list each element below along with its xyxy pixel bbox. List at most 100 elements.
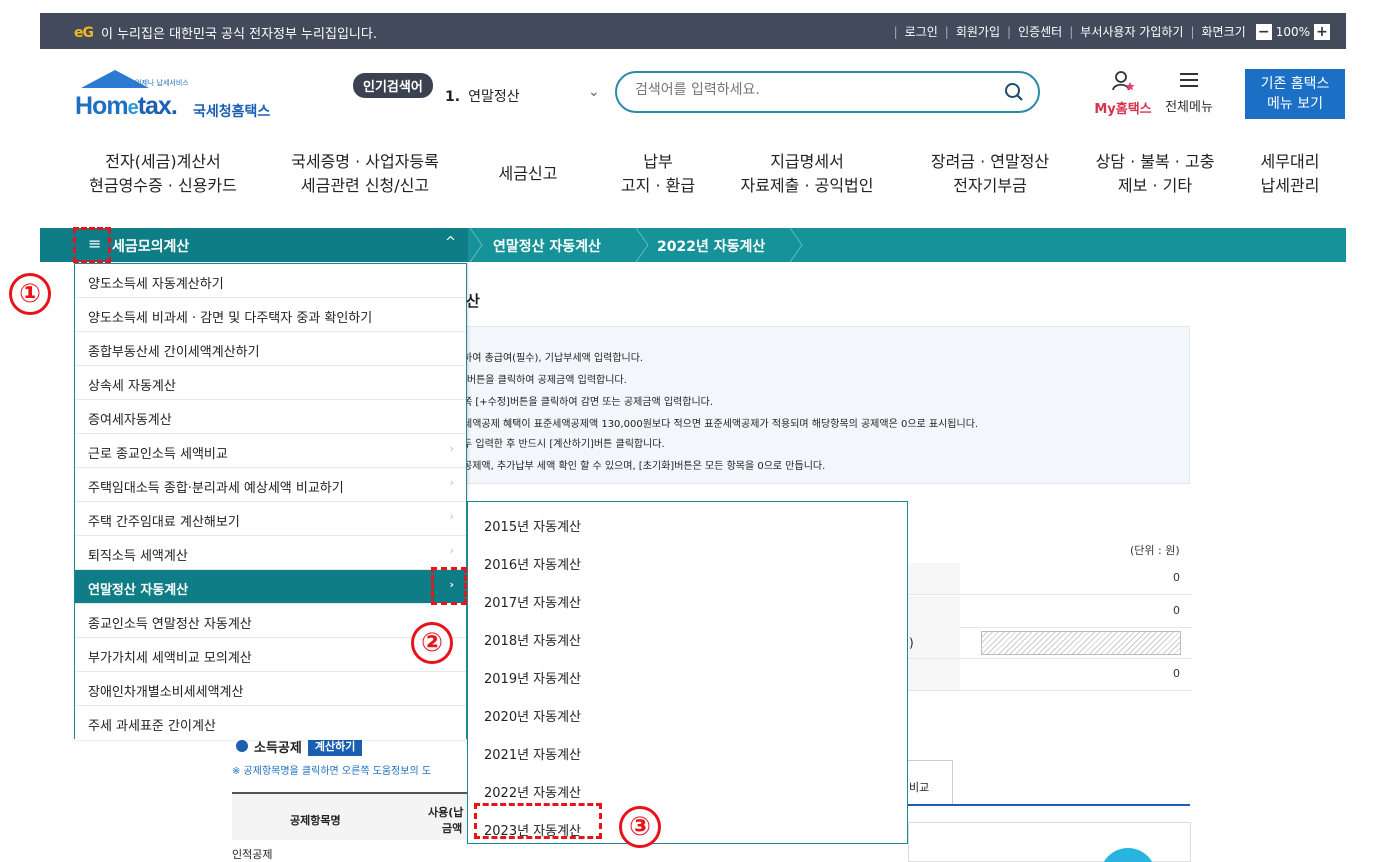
nav-e-invoice[interactable]: 전자(세금)계산서 현금영수증 · 신용카드 [78,150,248,198]
table-header: 공제항목명 사용(납 금액 [232,792,468,840]
egov-logo: eG [74,24,94,41]
disabled-field [981,631,1181,655]
th-item: 공제항목명 [290,814,341,827]
guide-line: 두 입력한 후 반드시 [계산하기]버튼 클릭합니다. [463,439,665,450]
my-hometax-label: My홈택스 [1094,102,1152,117]
guide-line: 쪽 [+수정]버튼을 클릭하여 감면 또는 공제금액 입력합니다. [463,397,714,408]
popular-search-badge: 인기검색어 [353,73,433,98]
popular-rank: 1. [445,89,461,105]
menu-item[interactable]: 증여세자동계산 [75,400,466,434]
gov-bar: eG 이 누리집은 대한민국 공식 전자정부 누리집입니다. | 로그인 | 회… [40,13,1346,49]
breadcrumb-separator-icon [469,228,483,262]
popular-keyword[interactable]: 1. 연말정산 [445,86,520,106]
result-value: 0 [1173,571,1180,584]
guide-line: 세액공제 혜택이 표준세액공제액 130,000원보다 적으면 표준세액공제가 … [463,419,979,430]
menu-item[interactable]: 주택임대소득 종합·분리과세 예상세액 비교하기 › [75,468,466,502]
menu-item[interactable]: 장애인차개별소비세세액계산 [75,672,466,706]
nav-payment[interactable]: 납부 고지 · 환급 [608,150,708,198]
submenu-item-2022[interactable]: 2022년 자동계산 [468,771,907,805]
nav-payment-statement[interactable]: 지급명세서 자료제출 · 공익법인 [722,150,892,198]
guide-line: ]버튼을 클릭하여 공제금액 입력합니다. [463,375,627,386]
menu-item[interactable]: 상속세 자동계산 [75,366,466,400]
site-header: 언제나 납세서비스 Hometax. 국세청홈택스 인기검색어 1. 연말정산 ⌄… [40,60,1346,135]
nav-year-end[interactable]: 장려금 · 연말정산 전자기부금 [910,150,1070,198]
signup-link[interactable]: 회원가입 [956,23,1000,40]
bullet-icon [236,740,248,752]
step-1-marker: ① [9,273,51,315]
row-label: 인적공제 [232,848,273,861]
search-icon[interactable] [1004,82,1024,102]
nav-consulting[interactable]: 상담 · 불복 · 고충 제보 · 기타 [1080,150,1230,198]
result-row: 0 [908,563,1192,595]
menu-item[interactable]: 종합부동산세 간이세액계산하기 [75,332,466,366]
search-input[interactable] [635,82,995,98]
result-row: 0 [908,596,1192,628]
guide-box: 하여 총급여(필수), 기납부세액 입력합니다. ]버튼을 클릭하여 공제금액 … [440,326,1190,484]
main-nav: 전자(세금)계산서 현금영수증 · 신용카드 국세증명 · 사업자등록 세금관련 신… [40,150,1346,210]
chevron-right-icon: › [449,510,454,523]
my-hometax[interactable]: My홈택스 [1088,70,1158,117]
chevron-down-icon[interactable]: ⌄ [588,84,600,100]
submenu-item-2017[interactable]: 2017년 자동계산 [468,581,907,615]
nav-certificates[interactable]: 국세증명 · 사업자등록 세금관련 신청/신고 [280,150,450,198]
guide-line: 공제액, 추가납부 세액 확인 할 수 있으며, [초기화]버튼은 모든 항목을… [463,461,826,472]
all-menu[interactable]: 전체메뉴 [1154,70,1224,115]
th-amount: 사용(납 [428,806,464,819]
menu-item[interactable]: 주세 과세표준 간이계산 [75,706,466,740]
old-menu-line2: 메뉴 보기 [1267,96,1323,112]
step-3-marker: ③ [619,806,661,848]
result-row: 0 [908,659,1192,691]
logo-home: Hom [75,92,129,120]
breadcrumb-separator-icon [789,228,803,262]
paren-text: ) [909,636,914,650]
nav-tax-return[interactable]: 세금신고 [488,162,568,186]
menu-item[interactable]: 양도소득세 자동계산하기 [75,264,466,298]
cert-center-link[interactable]: 인증센터 [1018,23,1062,40]
submenu-item-2019[interactable]: 2019년 자동계산 [468,657,907,691]
nav-tax-agent[interactable]: 세무대리 납세관리 [1250,150,1330,198]
logo-wordmark: Hometax. [75,92,178,121]
year-submenu: 2015년 자동계산 2016년 자동계산 2017년 자동계산 2018년 자… [467,501,908,844]
tab-compare[interactable]: 비교 [907,760,953,804]
menu-item[interactable]: 종교인소득 연말정산 자동계산 [75,604,466,638]
breadcrumb-title[interactable]: 세금모의계산 [112,236,189,256]
hometax-logo[interactable]: 언제나 납세서비스 Hometax. 국세청홈택스 [75,70,295,125]
zoom-out-button[interactable]: − [1255,23,1272,40]
menu-item[interactable]: 주택 간주임대료 계산해보기 › [75,502,466,536]
unit-label: (단위 : 원) [1130,544,1180,557]
submenu-item-2020[interactable]: 2020년 자동계산 [468,695,907,729]
login-link[interactable]: 로그인 [905,23,938,40]
result-value: 0 [1173,667,1180,680]
breadcrumb: ≡ 세금모의계산 ^ 연말정산 자동계산 2022년 자동계산 [40,228,1346,262]
table-row: 인적공제 [232,846,272,862]
breadcrumb-separator-icon [635,228,649,262]
old-menu-button[interactable]: 기존 홈택스 메뉴 보기 [1245,69,1345,119]
dept-signup-link[interactable]: 부서사용자 가입하기 [1080,23,1183,40]
logo-tax: tax. [137,92,178,120]
submenu-item-2016[interactable]: 2016년 자동계산 [468,543,907,577]
menu-item[interactable]: 근로 종교인소득 세액비교 › [75,434,466,468]
menu-item[interactable]: 퇴직소득 세액계산 › [75,536,466,570]
submenu-item-2015[interactable]: 2015년 자동계산 [468,505,907,539]
search-box [615,71,1040,113]
zoom-in-button[interactable]: + [1314,23,1330,40]
menu-item[interactable]: 부가가치세 세액비교 모의계산 [75,638,466,672]
step-2-marker: ② [411,622,453,664]
breadcrumb-item-2022[interactable]: 2022년 자동계산 [657,236,765,256]
result-value: 0 [1173,604,1180,617]
submenu-item-2021[interactable]: 2021년 자동계산 [468,733,907,767]
logo-korean: 국세청홈택스 [193,104,271,120]
menu-item-year-end-active[interactable]: 연말정산 자동계산 › [75,570,466,604]
submenu-item-2018[interactable]: 2018년 자동계산 [468,619,907,653]
highlight-menu-icon [73,227,111,263]
gov-notice: 이 누리집은 대한민국 공식 전자정부 누리집입니다. [101,27,377,42]
breadcrumb-item-yearend[interactable]: 연말정산 자동계산 [493,236,601,256]
old-menu-line1: 기존 홈택스 [1260,76,1330,92]
page-title: 산 [466,292,480,310]
user-icon [1112,71,1135,91]
all-menu-label: 전체메뉴 [1165,100,1213,115]
chevron-right-icon: › [449,544,454,557]
menu-item[interactable]: 양도소득세 비과세 · 감면 및 다주택자 중과 확인하기 [75,298,466,332]
chevron-up-icon[interactable]: ^ [445,235,456,250]
logo-subtitle: 언제나 납세서비스 [135,79,189,87]
